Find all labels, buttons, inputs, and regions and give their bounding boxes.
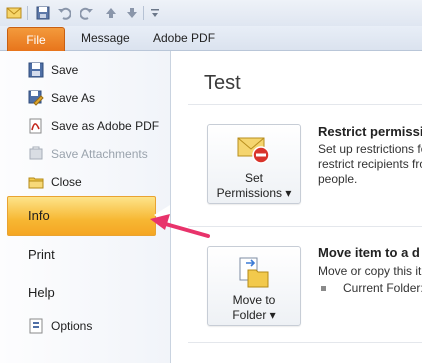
menu-item-options[interactable]: Options bbox=[0, 313, 170, 339]
move-folder-icon bbox=[236, 256, 272, 290]
save-icon[interactable] bbox=[35, 5, 51, 21]
quick-access-toolbar bbox=[0, 0, 422, 27]
set-permissions-label: Set bbox=[244, 171, 263, 185]
section-divider bbox=[188, 342, 422, 343]
menu-item-label: Save bbox=[51, 63, 79, 77]
envelope-restricted-icon bbox=[236, 134, 272, 168]
move-to-folder-label: Move to bbox=[232, 293, 276, 307]
tab-adobe-pdf[interactable]: Adobe PDF bbox=[153, 31, 215, 45]
toolbar-separator bbox=[27, 6, 28, 20]
menu-item-label: Info bbox=[28, 208, 50, 223]
menu-item-label: Options bbox=[51, 319, 93, 333]
menu-item-info[interactable]: Info bbox=[7, 196, 156, 236]
menu-item-label: Help bbox=[28, 284, 55, 300]
menu-item-label: Save As bbox=[51, 91, 96, 105]
menu-item-help[interactable]: Help bbox=[0, 275, 170, 309]
menu-item-close[interactable]: Close bbox=[0, 169, 170, 195]
restrict-permissions-heading: Restrict permissio bbox=[318, 124, 422, 139]
move-to-folder-label-2: Folder ▾ bbox=[232, 308, 276, 322]
menu-item-save-as[interactable]: Save As bbox=[0, 85, 170, 111]
menu-item-label: Save as Adobe PDF bbox=[51, 119, 160, 133]
menu-item-print[interactable]: Print bbox=[0, 237, 170, 271]
options-icon bbox=[28, 318, 44, 334]
menu-item-save[interactable]: Save bbox=[0, 57, 170, 83]
up-arrow-icon[interactable] bbox=[103, 5, 119, 21]
current-folder-label: Current Folder: bbox=[343, 281, 422, 295]
save-as-icon bbox=[28, 90, 44, 106]
redo-icon[interactable] bbox=[79, 5, 95, 21]
move-to-folder-button[interactable]: Move to Folder ▾ bbox=[207, 246, 301, 326]
move-item-desc: Move or copy this it bbox=[318, 264, 422, 278]
info-selection-notch bbox=[154, 205, 170, 225]
toolbar-separator bbox=[143, 6, 144, 20]
save-icon bbox=[28, 62, 44, 78]
menu-item-label: Save Attachments bbox=[51, 147, 148, 161]
section-divider bbox=[188, 104, 422, 105]
attachments-icon bbox=[28, 146, 44, 162]
menu-item-save-as-adobe-pdf[interactable]: Save as Adobe PDF bbox=[0, 113, 170, 139]
move-item-heading: Move item to a d bbox=[318, 245, 420, 260]
down-arrow-icon[interactable] bbox=[124, 5, 140, 21]
mail-icon bbox=[6, 5, 22, 21]
customize-icon[interactable] bbox=[147, 5, 163, 21]
restrict-permissions-desc: Set up restrictions fo bbox=[318, 142, 422, 156]
restrict-permissions-desc: people. bbox=[318, 172, 358, 186]
restrict-permissions-desc: restrict recipients fro bbox=[318, 157, 422, 171]
menu-item-save-attachments[interactable]: Save Attachments bbox=[0, 141, 170, 167]
menu-item-label: Close bbox=[51, 175, 82, 189]
menu-item-label: Print bbox=[28, 246, 55, 262]
section-divider bbox=[188, 226, 422, 227]
undo-icon[interactable] bbox=[56, 5, 72, 21]
tab-message[interactable]: Message bbox=[81, 31, 130, 45]
folder-icon bbox=[28, 174, 44, 190]
set-permissions-button[interactable]: Set Permissions ▾ bbox=[207, 124, 301, 204]
pdf-icon bbox=[28, 118, 44, 134]
bullet bbox=[321, 286, 326, 291]
set-permissions-label-2: Permissions ▾ bbox=[216, 186, 292, 200]
page-title: Test bbox=[204, 72, 241, 94]
tab-file[interactable]: File bbox=[7, 27, 65, 52]
